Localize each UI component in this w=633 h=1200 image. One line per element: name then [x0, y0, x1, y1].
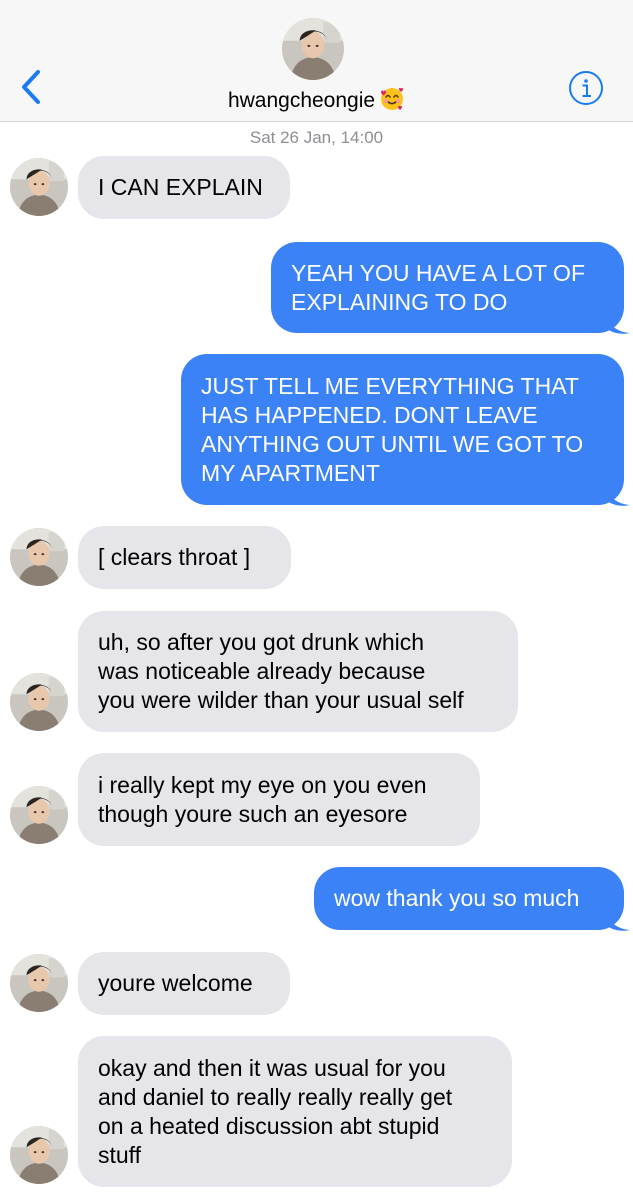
- bubble-tail: [606, 486, 630, 506]
- smiling-face-with-hearts-icon: [379, 86, 405, 118]
- conversation-header: hwangcheongie: [0, 0, 633, 122]
- received-message-bubble[interactable]: youre welcome: [78, 952, 290, 1015]
- bubble-tail: [606, 314, 630, 334]
- contact-avatar-small: [10, 786, 68, 844]
- received-message-bubble[interactable]: okay and then it was usual for you and d…: [78, 1036, 512, 1187]
- message-timestamp: Sat 26 Jan, 14:00: [249, 128, 384, 147]
- contact-name-button[interactable]: hwangcheongie: [0, 86, 633, 118]
- contact-avatar-small: [10, 1126, 68, 1184]
- info-icon: [569, 71, 603, 105]
- received-message-bubble[interactable]: I CAN EXPLAIN: [78, 156, 290, 219]
- received-message-bubble[interactable]: uh, so after you got drunk which was not…: [78, 611, 518, 732]
- received-message-bubble[interactable]: [ clears throat ]: [78, 526, 291, 589]
- contact-avatar-small: [10, 528, 68, 586]
- contact-avatar-small: [10, 954, 68, 1012]
- sent-message-bubble[interactable]: wow thank you so much: [314, 867, 624, 930]
- contact-name: hwangcheongie: [227, 89, 376, 112]
- bubble-tail: [606, 911, 630, 931]
- sent-message-bubble[interactable]: JUST TELL ME EVERYTHING THAT HAS HAPPENE…: [181, 354, 624, 505]
- contact-avatar-small: [10, 158, 68, 216]
- contact-avatar[interactable]: [282, 18, 344, 80]
- info-button[interactable]: [568, 70, 604, 106]
- contact-avatar-small: [10, 673, 68, 731]
- received-message-bubble[interactable]: i really kept my eye on you even though …: [78, 753, 480, 846]
- sent-message-bubble[interactable]: YEAH YOU HAVE A LOT OF EXPLAINING TO DO: [271, 242, 624, 333]
